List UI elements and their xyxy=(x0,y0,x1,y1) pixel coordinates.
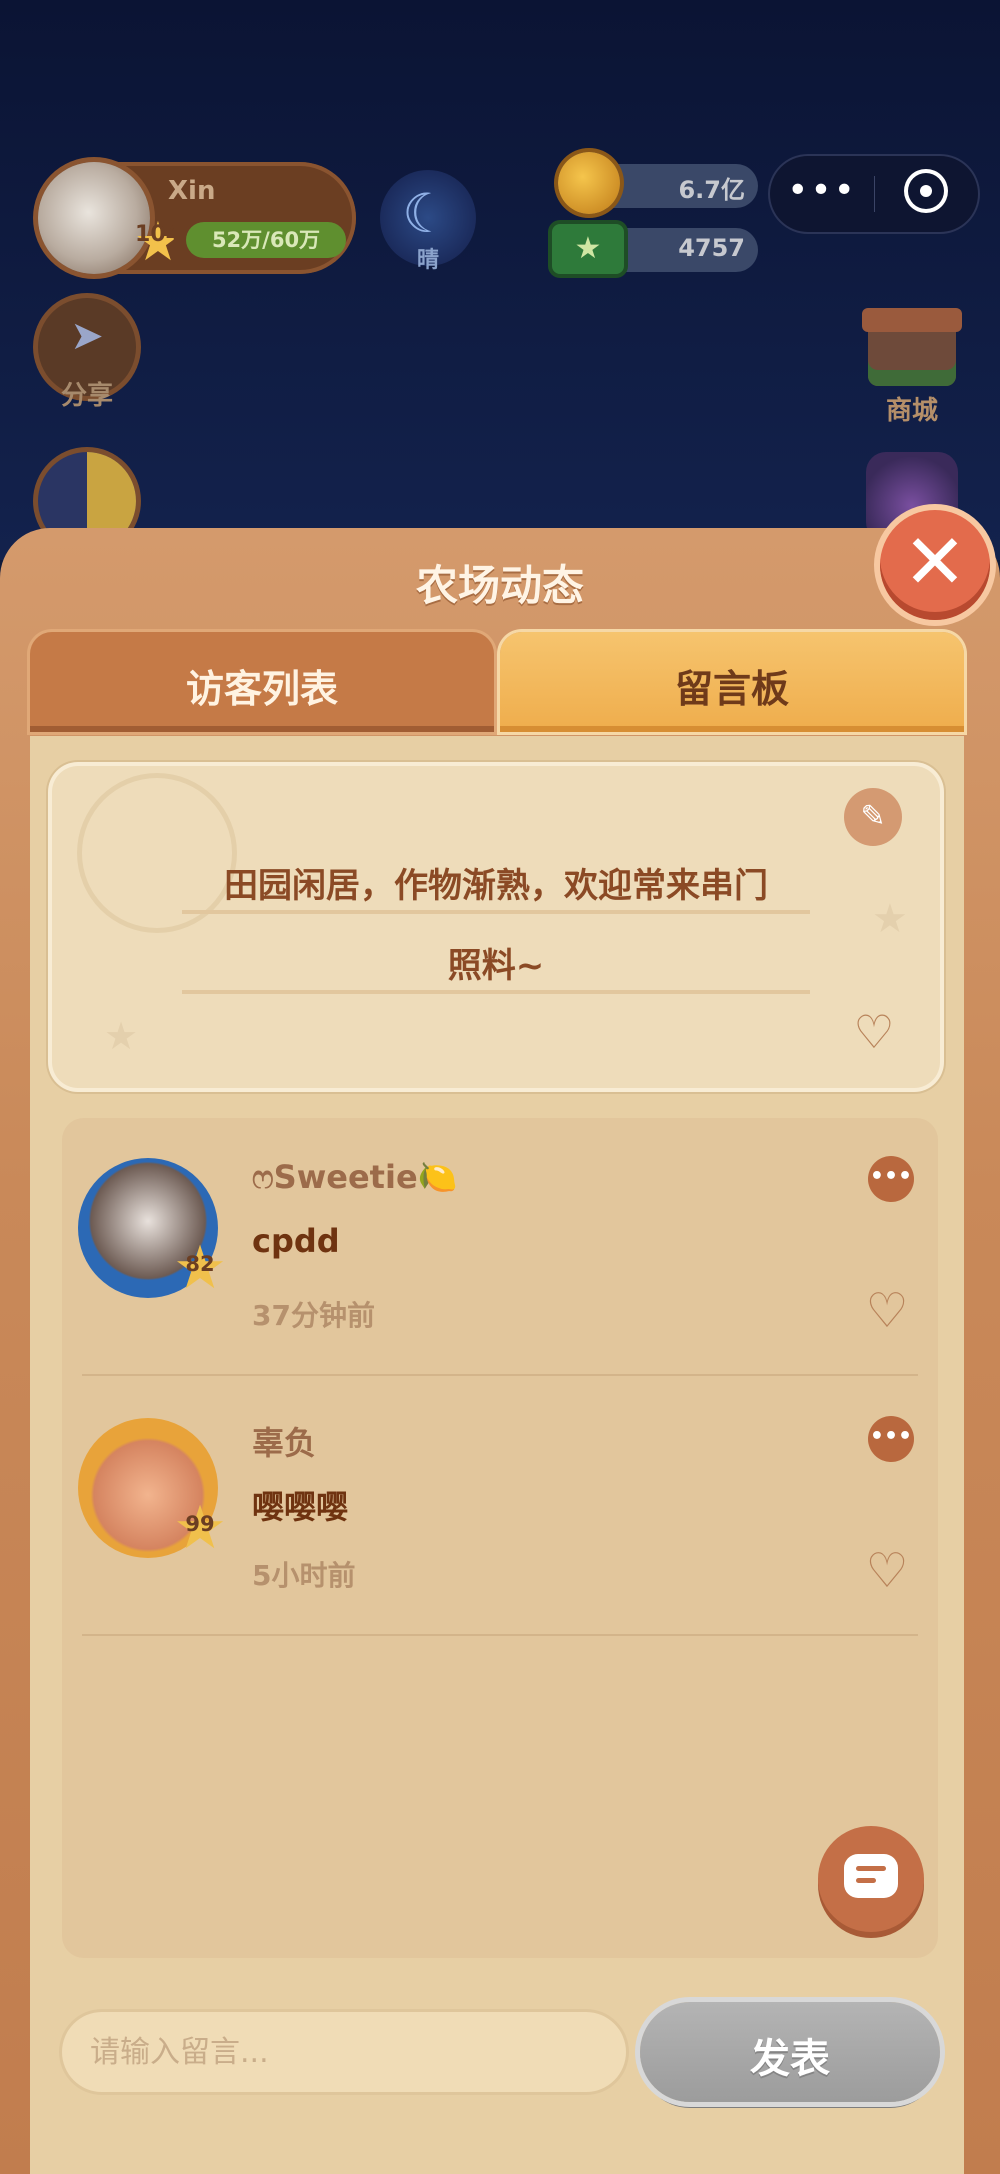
chat-icon-line xyxy=(856,1878,876,1883)
motto-line-2: 照料~ xyxy=(447,946,545,986)
player-name: Xin xyxy=(168,176,216,206)
send-button[interactable]: 发表 xyxy=(640,2002,940,2102)
more-options-icon[interactable]: ••• xyxy=(770,156,874,232)
message-author[interactable]: 辜负 xyxy=(252,1418,316,1464)
heart-icon[interactable]: ♡ xyxy=(848,1006,900,1058)
capsule-divider xyxy=(874,176,875,212)
user-level: 82 xyxy=(185,1252,215,1276)
motto-underline xyxy=(182,910,810,914)
star-icon: ★ xyxy=(104,1014,139,1058)
motto-underline xyxy=(182,990,810,994)
tab-visitor-list[interactable]: 访客列表 xyxy=(30,632,494,732)
mini-program-capsule: ••• xyxy=(770,156,978,232)
player-profile[interactable]: Xin 52万/60万 ★ 104 xyxy=(38,162,356,274)
heart-icon[interactable]: ♡ xyxy=(858,1282,916,1340)
close-miniprogram-dot xyxy=(920,185,932,197)
tab-label: 访客列表 xyxy=(185,667,338,711)
farm-motto-card: ★ ★ 田园闲居，作物渐熟，欢迎常来串门 照料~ ✎ ♡ xyxy=(52,766,940,1088)
chat-icon-line xyxy=(856,1866,886,1871)
heart-icon[interactable]: ♡ xyxy=(858,1542,916,1600)
divider xyxy=(82,1374,918,1376)
motto-line-1: 田园闲居，作物渐熟，欢迎常来串门 xyxy=(224,866,768,906)
player-level: 104 xyxy=(135,222,181,247)
shop-button[interactable] xyxy=(858,298,966,398)
more-icon[interactable]: ••• xyxy=(868,1416,914,1462)
chat-icon xyxy=(844,1854,898,1898)
message-author[interactable]: ෆSweetie🍋 xyxy=(252,1158,458,1197)
message-text: 嘤嘤嘤 xyxy=(252,1488,349,1526)
message-list[interactable]: ★ 82 ෆSweetie🍋 cpdd 37分钟前 ••• ♡ ★ 99 辜负 … xyxy=(62,1118,938,1958)
close-panel-button[interactable]: ✕ xyxy=(880,510,990,620)
tab-label: 留言板 xyxy=(674,667,789,711)
message-time: 37分钟前 xyxy=(252,1299,375,1332)
edit-icon[interactable]: ✎ xyxy=(844,788,902,846)
moon-icon: ☾ xyxy=(402,182,451,245)
divider xyxy=(82,1634,918,1636)
tab-message-board[interactable]: 留言板 xyxy=(500,632,964,732)
message-time: 5小时前 xyxy=(252,1559,356,1592)
shop-roof xyxy=(862,308,962,332)
close-icon: ✕ xyxy=(903,517,967,606)
game-background xyxy=(0,0,1000,560)
weather-label: 晴 xyxy=(416,248,439,273)
message-input[interactable] xyxy=(62,2012,626,2092)
cash-value: 4757 xyxy=(678,234,745,262)
list-item: ★ 82 ෆSweetie🍋 cpdd 37分钟前 ••• ♡ xyxy=(62,1118,938,1376)
message-text: cpdd xyxy=(252,1222,340,1260)
coin-value: 6.7亿 xyxy=(678,176,745,204)
list-item: ★ 99 辜负 嘤嘤嘤 5小时前 ••• ♡ xyxy=(62,1378,938,1636)
panel-title: 农场动态 xyxy=(415,561,584,610)
user-level: 99 xyxy=(185,1512,215,1536)
share-label: 分享 xyxy=(60,381,113,411)
shop-label: 商城 xyxy=(885,396,938,426)
paper-plane-icon: ➤ xyxy=(70,313,104,359)
send-label: 发表 xyxy=(750,2036,830,2082)
more-icon[interactable]: ••• xyxy=(868,1156,914,1202)
xp-text: 52万/60万 xyxy=(211,228,321,252)
chat-button[interactable] xyxy=(818,1826,924,1932)
